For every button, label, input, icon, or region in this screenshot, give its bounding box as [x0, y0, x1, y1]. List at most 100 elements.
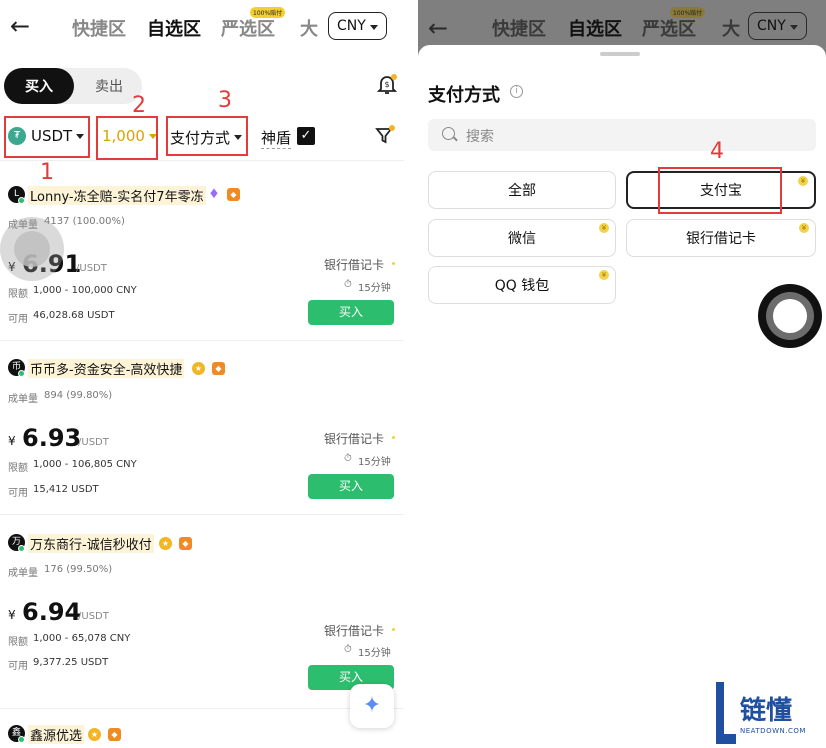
order-count: 4137 (100.00%)	[44, 216, 125, 227]
limit-label: 限额	[8, 289, 28, 300]
sheet-grabber[interactable]	[600, 52, 640, 56]
order-count: 894 (99.80%)	[44, 390, 113, 401]
tab-large[interactable]: 大	[300, 15, 318, 41]
buy-sell-toggle: 买入 卖出	[4, 68, 142, 104]
payment-dot-icon	[392, 628, 395, 631]
shield-filter-label: 神盾	[261, 129, 292, 149]
divider	[0, 160, 404, 161]
search-placeholder: 搜索	[466, 129, 494, 145]
price-unit: /USDT	[78, 437, 109, 448]
bell-dollar-icon[interactable]: $	[375, 72, 399, 96]
shield-badge-icon: ◆	[108, 728, 121, 741]
watermark-logo	[714, 680, 738, 746]
annotation-box-2	[96, 116, 158, 160]
filter-funnel-icon[interactable]	[374, 124, 396, 146]
svg-text:$: $	[384, 80, 389, 89]
chevron-down-icon	[789, 25, 798, 30]
limit-value: 1,000 - 100,000 CNY	[33, 285, 137, 296]
online-indicator	[18, 736, 25, 743]
watermark-text: 链懂	[740, 696, 793, 726]
currency-select[interactable]: CNY	[748, 12, 807, 40]
back-arrow-icon[interactable]: ←	[428, 14, 448, 42]
tab-quick[interactable]: 快捷区	[492, 15, 546, 41]
search-icon	[442, 127, 455, 140]
payment-method-screen: ← 快捷区 自选区 严选区 100%赔付 大 CNY 支付方式 i 搜索 全部 …	[418, 0, 826, 748]
available-label: 可用	[8, 314, 28, 325]
tab-large[interactable]: 大	[722, 15, 740, 41]
annotation-box-4	[658, 167, 782, 214]
tab-strict[interactable]: 严选区	[221, 15, 275, 41]
limit-value: 1,000 - 65,078 CNY	[33, 633, 131, 644]
search-input[interactable]: 搜索	[428, 119, 816, 151]
coin-badge-icon: ¥	[599, 223, 609, 233]
clock-icon: ⏱	[344, 453, 352, 464]
diamond-badge-icon: ♦	[208, 187, 220, 202]
currency-value: CNY	[757, 18, 786, 34]
option-label: QQ 钱包	[494, 278, 550, 294]
option-label: 银行借记卡	[686, 231, 756, 247]
shield-badge-icon: ◆	[212, 362, 225, 375]
payment-dot-icon	[392, 436, 395, 439]
available-value: 15,412 USDT	[33, 484, 99, 495]
online-indicator	[18, 370, 25, 377]
online-indicator	[18, 545, 25, 552]
payment-method-sheet: 支付方式 i 搜索 全部 支付宝 ¥ 微信 ¥ 银行借记卡 ¥ QQ 钱包 ¥ …	[418, 45, 826, 748]
annotation-label-3: 3	[218, 88, 232, 113]
annotation-box-1	[4, 116, 90, 158]
divider	[0, 340, 404, 341]
annotation-label-1: 1	[40, 160, 54, 185]
shield-checkbox[interactable]: ✓	[297, 127, 315, 145]
gold-badge-icon: ★	[192, 362, 205, 375]
divider	[0, 708, 404, 709]
payment-option-bank-debit-card[interactable]: 银行借记卡 ¥	[626, 219, 816, 257]
screenshot-root: ← 快捷区 自选区 严选区 100%赔付 大 CNY 买入 卖出 $ ₮ USD…	[0, 0, 826, 748]
option-label: 微信	[508, 231, 536, 247]
limit-label: 限额	[8, 637, 28, 648]
tab-quick[interactable]: 快捷区	[72, 15, 126, 41]
buy-tab[interactable]: 买入	[4, 68, 74, 104]
merchant-name[interactable]: 币币多-资金安全-高效快捷	[28, 359, 185, 378]
available-value: 46,028.68 USDT	[33, 310, 115, 321]
payment-dot-icon	[392, 262, 395, 265]
full-compensation-badge: 100%赔付	[250, 7, 286, 18]
coin-badge-icon: ¥	[798, 176, 808, 186]
tab-selected[interactable]: 自选区	[568, 15, 622, 41]
info-icon[interactable]: i	[510, 85, 523, 98]
merchant-name[interactable]: Lonny-冻全赔-实名付7年零冻	[28, 186, 206, 205]
sparkle-ai-icon[interactable]: ✦	[350, 684, 394, 728]
payment-option-qq-wallet[interactable]: QQ 钱包 ¥	[428, 266, 616, 304]
payment-method: 银行借记卡	[324, 432, 385, 446]
available-label: 可用	[8, 661, 28, 672]
currency-symbol: ¥	[8, 608, 16, 622]
tab-selected[interactable]: 自选区	[147, 15, 201, 41]
floating-assistive-button[interactable]	[0, 217, 64, 281]
tab-strict[interactable]: 严选区	[642, 15, 696, 41]
buy-button[interactable]: 买入	[308, 300, 394, 325]
floating-assistive-button[interactable]	[758, 284, 822, 348]
price-unit: /USDT	[76, 263, 107, 274]
buy-button[interactable]: 买入	[308, 474, 394, 499]
currency-symbol: ¥	[8, 434, 16, 448]
available-label: 可用	[8, 488, 28, 499]
merchant-name[interactable]: 鑫源优选	[28, 725, 85, 744]
gold-badge-icon: ★	[159, 537, 172, 550]
coin-badge-icon: ¥	[599, 270, 609, 280]
payment-option-all[interactable]: 全部	[428, 171, 616, 209]
clock-icon: ⏱	[344, 644, 352, 655]
clock-icon: ⏱	[344, 279, 352, 290]
sheet-title: 支付方式	[428, 85, 500, 106]
payment-time: 15分钟	[358, 283, 391, 294]
merchant-name[interactable]: 万东商行-诚信秒收付	[28, 534, 154, 553]
back-arrow-icon[interactable]: ←	[10, 14, 30, 38]
order-count-label: 成单量	[8, 568, 38, 579]
currency-select[interactable]: CNY	[328, 12, 387, 40]
payment-method: 银行借记卡	[324, 258, 385, 272]
order-count: 176 (99.50%)	[44, 564, 113, 575]
shield-badge-icon: ◆	[227, 188, 240, 201]
annotation-box-3	[166, 116, 248, 156]
limit-value: 1,000 - 106,805 CNY	[33, 459, 137, 470]
payment-option-wechat[interactable]: 微信 ¥	[428, 219, 616, 257]
full-compensation-badge: 100%赔付	[670, 7, 706, 18]
available-value: 9,377.25 USDT	[33, 657, 109, 668]
watermark-url: NEATDOWN.COM	[740, 727, 806, 735]
